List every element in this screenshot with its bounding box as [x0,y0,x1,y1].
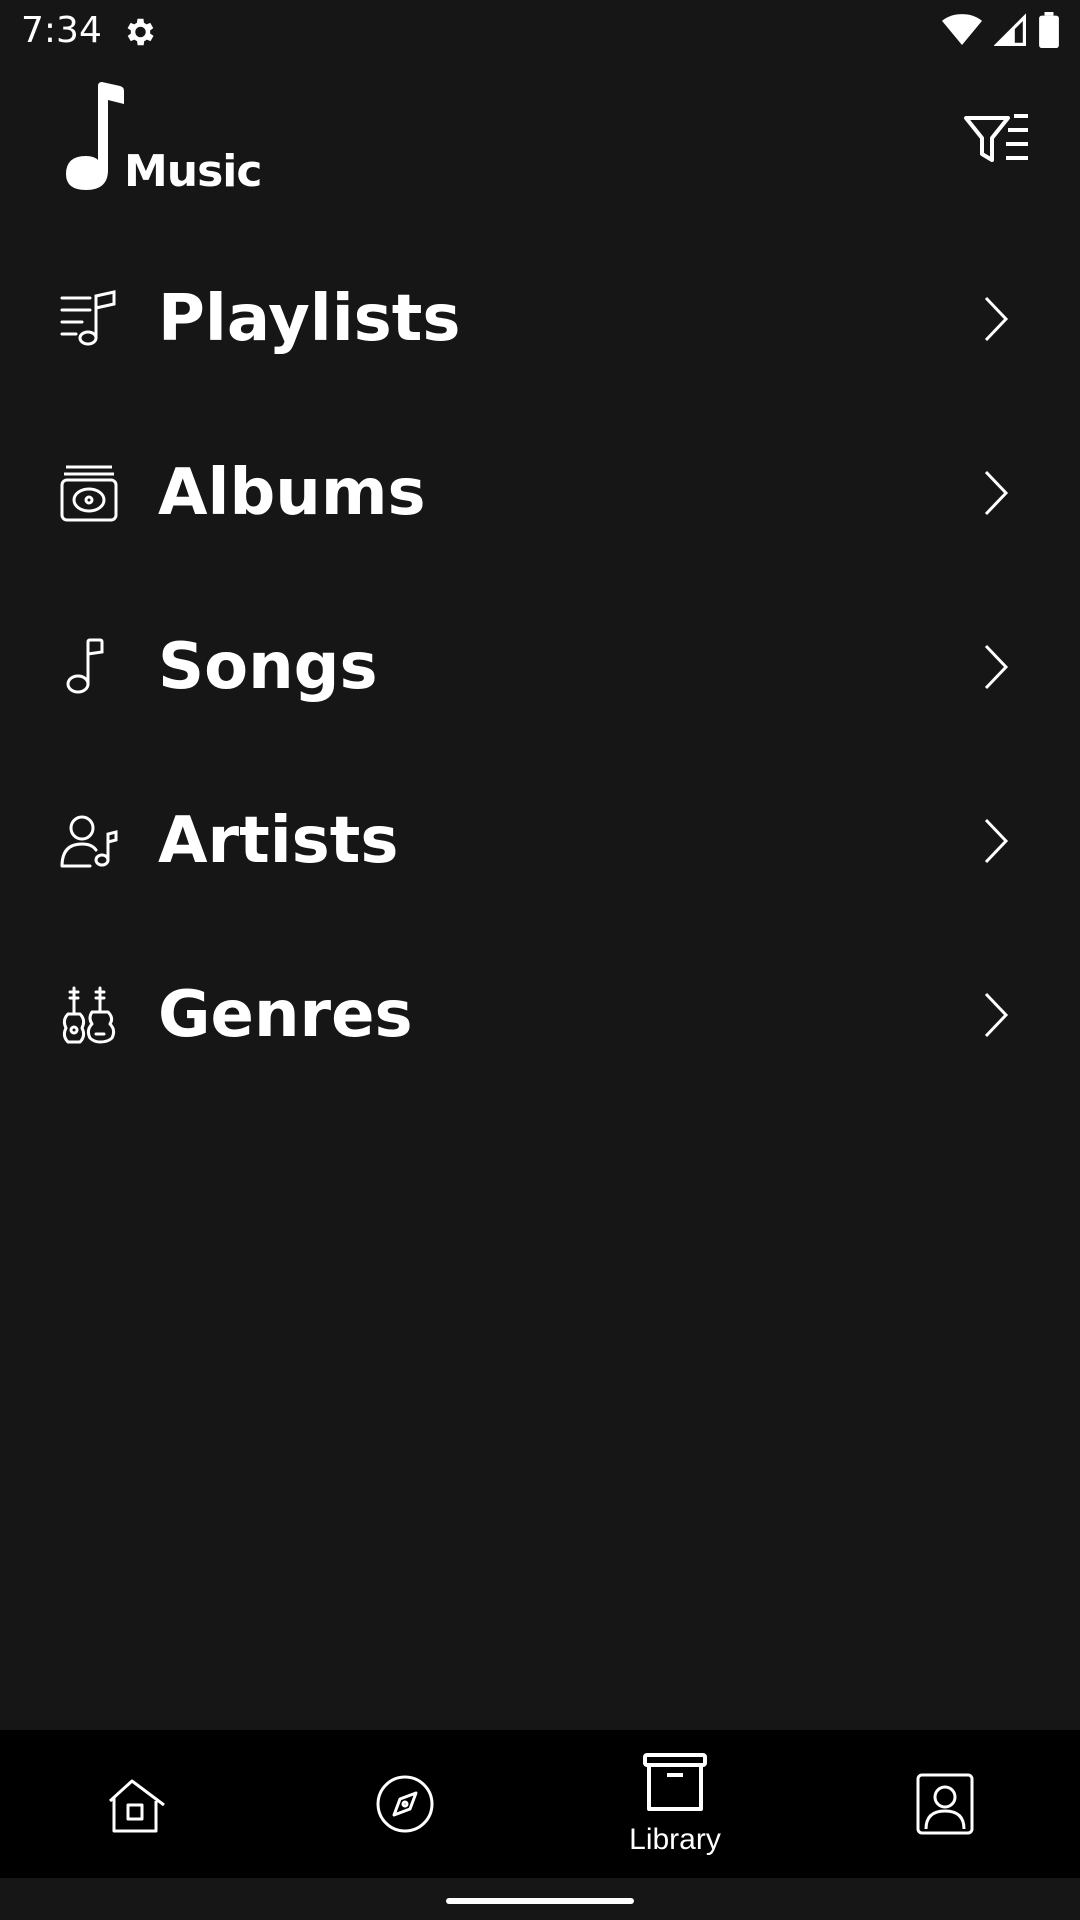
wifi-icon [942,14,982,45]
chevron-right-icon [984,992,1009,1038]
chevron-right-icon [984,644,1009,690]
album-icon [60,465,118,522]
battery-icon [1039,12,1059,48]
nav-home[interactable] [0,1730,270,1878]
home-icon [108,1779,165,1833]
library-item-genres[interactable]: Genres [0,928,1080,1102]
library-item-label: Genres [158,978,413,1052]
header: Music [0,62,1080,212]
signal-icon [994,13,1026,46]
artist-icon [60,815,118,868]
chevron-right-icon [984,296,1009,342]
guitar-icon [62,986,116,1044]
library-item-label: Artists [158,804,399,878]
library-item-label: Playlists [158,282,461,356]
music-note-icon [66,638,104,694]
app-name: Music [124,146,262,197]
status-right-group [942,12,1060,48]
nav-library[interactable]: Library [540,1730,810,1878]
screen: 7:34 Music Playlists Albums Songs Artist… [0,0,1080,1920]
library-item-artists[interactable]: Artists [0,754,1080,928]
library-item-albums[interactable]: Albums [0,406,1080,580]
status-time: 7:34 [21,10,102,51]
library-item-playlists[interactable]: Playlists [0,232,1080,406]
gesture-navigation-bar[interactable] [446,1898,634,1904]
music-note-logo-icon [66,82,124,190]
app-logo: Music [58,82,262,197]
filter-list-icon[interactable] [958,108,1030,168]
compass-icon [376,1775,434,1833]
chevron-right-icon [984,470,1009,516]
nav-profile[interactable] [810,1730,1080,1878]
archive-box-icon [643,1753,707,1811]
library-item-label: Albums [158,456,426,530]
profile-icon [916,1773,974,1835]
nav-library-label: Library [629,1823,721,1856]
library-list: Playlists Albums Songs Artists Genres [0,232,1080,1102]
playlist-icon [60,290,116,346]
library-item-label: Songs [158,630,378,704]
chevron-right-icon [984,818,1009,864]
status-bar: 7:34 [0,0,1080,62]
nav-explore[interactable] [270,1730,540,1878]
library-item-songs[interactable]: Songs [0,580,1080,754]
settings-icon [127,18,154,46]
bottom-nav: Library [0,1730,1080,1878]
